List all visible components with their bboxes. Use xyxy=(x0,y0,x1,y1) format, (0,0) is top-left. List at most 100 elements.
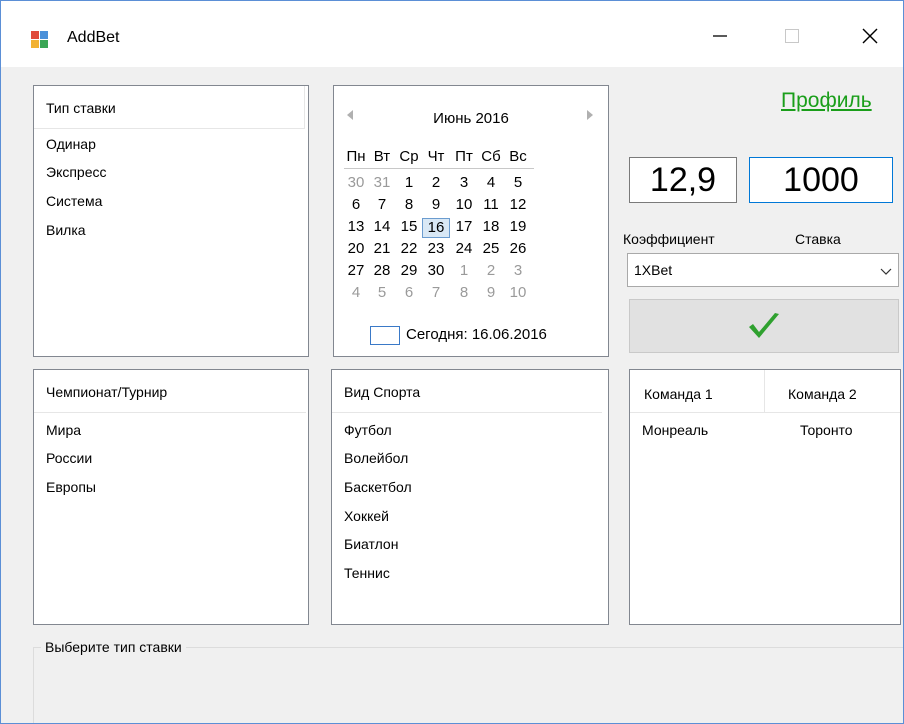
calendar-day[interactable]: 11 xyxy=(479,196,503,213)
list-item[interactable]: Европы xyxy=(46,479,96,495)
coefficient-label: Коэффициент xyxy=(623,231,715,247)
month-calendar[interactable]: Июнь 2016 Пн Вт Ср Чт Пт Сб Вс 30 31 1 2 3 4 5… xyxy=(333,85,609,357)
bookmaker-selected: 1XBet xyxy=(634,262,673,278)
calendar-day[interactable]: 3 xyxy=(506,262,530,279)
championship-header-label: Чемпионат/Турнир xyxy=(46,384,168,400)
bet-type-header: Тип ставки xyxy=(34,86,305,129)
calendar-day[interactable]: 5 xyxy=(506,174,530,191)
close-button[interactable] xyxy=(847,19,893,53)
calendar-day[interactable]: 7 xyxy=(370,196,394,213)
calendar-day[interactable]: 1 xyxy=(452,262,476,279)
coefficient-field[interactable]: 12,9 xyxy=(629,157,737,203)
bet-type-list[interactable]: Тип ставки Одинар Экспресс Система Вилка xyxy=(33,85,309,357)
calendar-day[interactable]: 9 xyxy=(424,196,448,213)
calendar-day[interactable]: 19 xyxy=(506,218,530,235)
sport-list[interactable]: Вид Спорта Футбол Волейбол Баскетбол Хок… xyxy=(331,369,609,625)
list-item[interactable]: Мира xyxy=(46,422,81,438)
calendar-day[interactable]: 7 xyxy=(424,284,448,301)
list-item[interactable]: Хоккей xyxy=(344,508,389,524)
list-item[interactable]: Экспресс xyxy=(46,164,107,180)
calendar-day[interactable]: 23 xyxy=(424,240,448,257)
calendar-month-label[interactable]: Июнь 2016 xyxy=(334,110,608,127)
list-item[interactable]: Волейбол xyxy=(344,450,408,466)
list-item[interactable]: Система xyxy=(46,193,102,209)
bookmaker-dropdown[interactable]: 1XBet xyxy=(627,253,899,287)
calendar-day[interactable]: 20 xyxy=(344,240,368,257)
sport-header-label: Вид Спорта xyxy=(344,384,421,400)
chevron-right-icon xyxy=(587,110,593,120)
calendar-day-selected[interactable]: 16 xyxy=(422,218,450,238)
bet-type-header-label: Тип ставки xyxy=(46,100,116,116)
list-item[interactable]: Футбол xyxy=(344,422,392,438)
next-month-button[interactable] xyxy=(586,110,594,123)
app-icon xyxy=(31,31,49,49)
calendar-day[interactable]: 18 xyxy=(479,218,503,235)
calendar-day[interactable]: 22 xyxy=(397,240,421,257)
calendar-weekday: Ср xyxy=(399,148,419,165)
calendar-day[interactable]: 6 xyxy=(397,284,421,301)
calendar-day[interactable]: 2 xyxy=(424,174,448,191)
table-row[interactable]: Монреаль Торонто xyxy=(630,414,900,442)
weekday-divider xyxy=(344,168,534,169)
calendar-day[interactable]: 4 xyxy=(479,174,503,191)
calendar-day[interactable]: 8 xyxy=(397,196,421,213)
close-icon xyxy=(862,28,878,44)
calendar-weekday: Сб xyxy=(481,148,501,165)
addbet-window: AddBet Тип ставки Одинар Экспресс Систем… xyxy=(0,0,904,724)
calendar-day[interactable]: 1 xyxy=(397,174,421,191)
calendar-day[interactable]: 29 xyxy=(397,262,421,279)
chevron-down-icon xyxy=(880,264,892,282)
calendar-weekday: Вт xyxy=(373,148,391,165)
calendar-day[interactable]: 26 xyxy=(506,240,530,257)
calendar-day[interactable]: 10 xyxy=(506,284,530,301)
checkmark-icon xyxy=(749,313,779,338)
calendar-day[interactable]: 14 xyxy=(370,218,394,235)
calendar-day[interactable]: 9 xyxy=(479,284,503,301)
teams-list[interactable]: Команда 1 Команда 2 Монреаль Торонто xyxy=(629,369,901,625)
status-groupbox xyxy=(33,647,903,723)
calendar-day[interactable]: 15 xyxy=(397,218,421,235)
calendar-day[interactable]: 24 xyxy=(452,240,476,257)
calendar-day[interactable]: 8 xyxy=(452,284,476,301)
team1-cell: Монреаль xyxy=(642,422,709,438)
column-divider xyxy=(764,370,765,412)
calendar-day[interactable]: 2 xyxy=(479,262,503,279)
championship-list[interactable]: Чемпионат/Турнир Мира России Европы xyxy=(33,369,309,625)
calendar-day[interactable]: 12 xyxy=(506,196,530,213)
championship-header: Чемпионат/Турнир xyxy=(34,370,306,413)
calendar-day[interactable]: 25 xyxy=(479,240,503,257)
calendar-day[interactable]: 28 xyxy=(370,262,394,279)
minimize-button[interactable] xyxy=(697,19,743,53)
team2-column-header[interactable]: Команда 2 xyxy=(788,386,857,402)
calendar-day[interactable]: 21 xyxy=(370,240,394,257)
maximize-button[interactable] xyxy=(769,19,815,53)
team2-cell: Торонто xyxy=(800,422,853,438)
calendar-day[interactable]: 4 xyxy=(344,284,368,301)
list-item[interactable]: Одинар xyxy=(46,136,96,152)
calendar-day[interactable]: 31 xyxy=(370,174,394,191)
team1-column-header[interactable]: Команда 1 xyxy=(644,386,713,402)
list-item[interactable]: России xyxy=(46,450,92,466)
calendar-weekday: Пт xyxy=(455,148,473,165)
calendar-day[interactable]: 30 xyxy=(344,174,368,191)
today-marker xyxy=(370,326,400,345)
calendar-day[interactable]: 17 xyxy=(452,218,476,235)
maximize-icon xyxy=(785,29,799,43)
list-item[interactable]: Вилка xyxy=(46,222,86,238)
stake-input[interactable]: 1000 xyxy=(749,157,893,203)
today-label[interactable]: Сегодня: 16.06.2016 xyxy=(406,326,547,343)
title-bar[interactable]: AddBet xyxy=(1,1,903,67)
calendar-day[interactable]: 13 xyxy=(344,218,368,235)
calendar-day[interactable]: 30 xyxy=(424,262,448,279)
calendar-day[interactable]: 6 xyxy=(344,196,368,213)
confirm-bet-button[interactable] xyxy=(629,299,899,353)
profile-link[interactable]: Профиль xyxy=(781,89,872,113)
calendar-day[interactable]: 5 xyxy=(370,284,394,301)
list-item[interactable]: Биатлон xyxy=(344,536,398,552)
calendar-day[interactable]: 3 xyxy=(452,174,476,191)
sport-header: Вид Спорта xyxy=(332,370,602,413)
calendar-day[interactable]: 10 xyxy=(452,196,476,213)
list-item[interactable]: Баскетбол xyxy=(344,479,412,495)
calendar-day[interactable]: 27 xyxy=(344,262,368,279)
list-item[interactable]: Теннис xyxy=(344,565,390,581)
